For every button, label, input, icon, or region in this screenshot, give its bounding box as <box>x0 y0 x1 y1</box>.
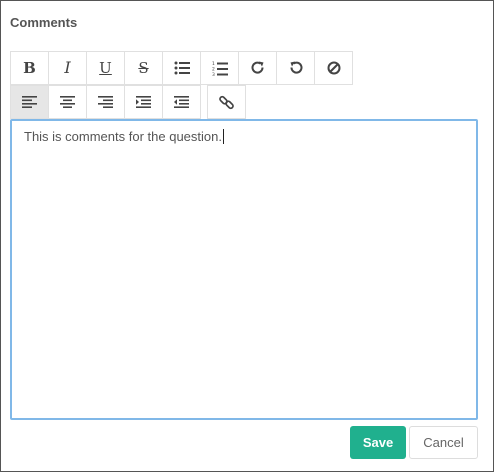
numbered-list-icon: 1 2 3 <box>212 61 228 76</box>
indent-button[interactable] <box>124 85 163 119</box>
align-center-icon <box>60 96 75 108</box>
editor-content-text: This is comments for the question. <box>24 129 222 144</box>
svg-text:1: 1 <box>212 61 215 67</box>
undo-button[interactable] <box>276 51 315 85</box>
bold-icon: B <box>23 58 36 77</box>
insert-link-button[interactable] <box>207 85 246 119</box>
outdent-button[interactable] <box>162 85 201 119</box>
indent-icon <box>136 96 151 108</box>
redo-button[interactable] <box>238 51 277 85</box>
align-right-button[interactable] <box>86 85 125 119</box>
align-right-icon <box>98 96 113 108</box>
bulleted-list-button[interactable] <box>162 51 201 85</box>
bold-button[interactable]: B <box>10 51 49 85</box>
align-center-button[interactable] <box>48 85 87 119</box>
link-icon <box>219 95 234 109</box>
svg-text:3: 3 <box>212 72 215 76</box>
comment-editor[interactable]: This is comments for the question. <box>10 119 478 420</box>
italic-icon: I <box>64 58 71 77</box>
bulleted-list-icon <box>174 61 190 75</box>
alignment-toolbar <box>10 85 246 119</box>
undo-icon <box>289 61 302 74</box>
italic-button[interactable]: I <box>48 51 87 85</box>
underline-button[interactable]: U <box>86 51 125 85</box>
strikethrough-button[interactable]: S <box>124 51 163 85</box>
numbered-list-button[interactable]: 1 2 3 <box>200 51 239 85</box>
comments-dialog: Comments B I U S 1 2 3 This is comments … <box>0 0 494 472</box>
redo-icon <box>251 61 264 74</box>
clear-formatting-button[interactable] <box>314 51 353 85</box>
strikethrough-icon: S <box>138 58 149 77</box>
text-caret <box>222 129 224 144</box>
save-button[interactable]: Save <box>350 426 406 459</box>
dialog-title: Comments <box>10 15 78 30</box>
align-left-button[interactable] <box>10 85 49 119</box>
svg-text:2: 2 <box>212 66 215 72</box>
editor-content: This is comments for the question. <box>24 129 224 144</box>
align-left-icon <box>22 96 37 108</box>
outdent-icon <box>174 96 189 108</box>
underline-icon: U <box>99 58 112 77</box>
clear-formatting-icon <box>327 61 340 75</box>
cancel-button[interactable]: Cancel <box>409 426 478 459</box>
formatting-toolbar: B I U S 1 2 3 <box>10 51 353 85</box>
